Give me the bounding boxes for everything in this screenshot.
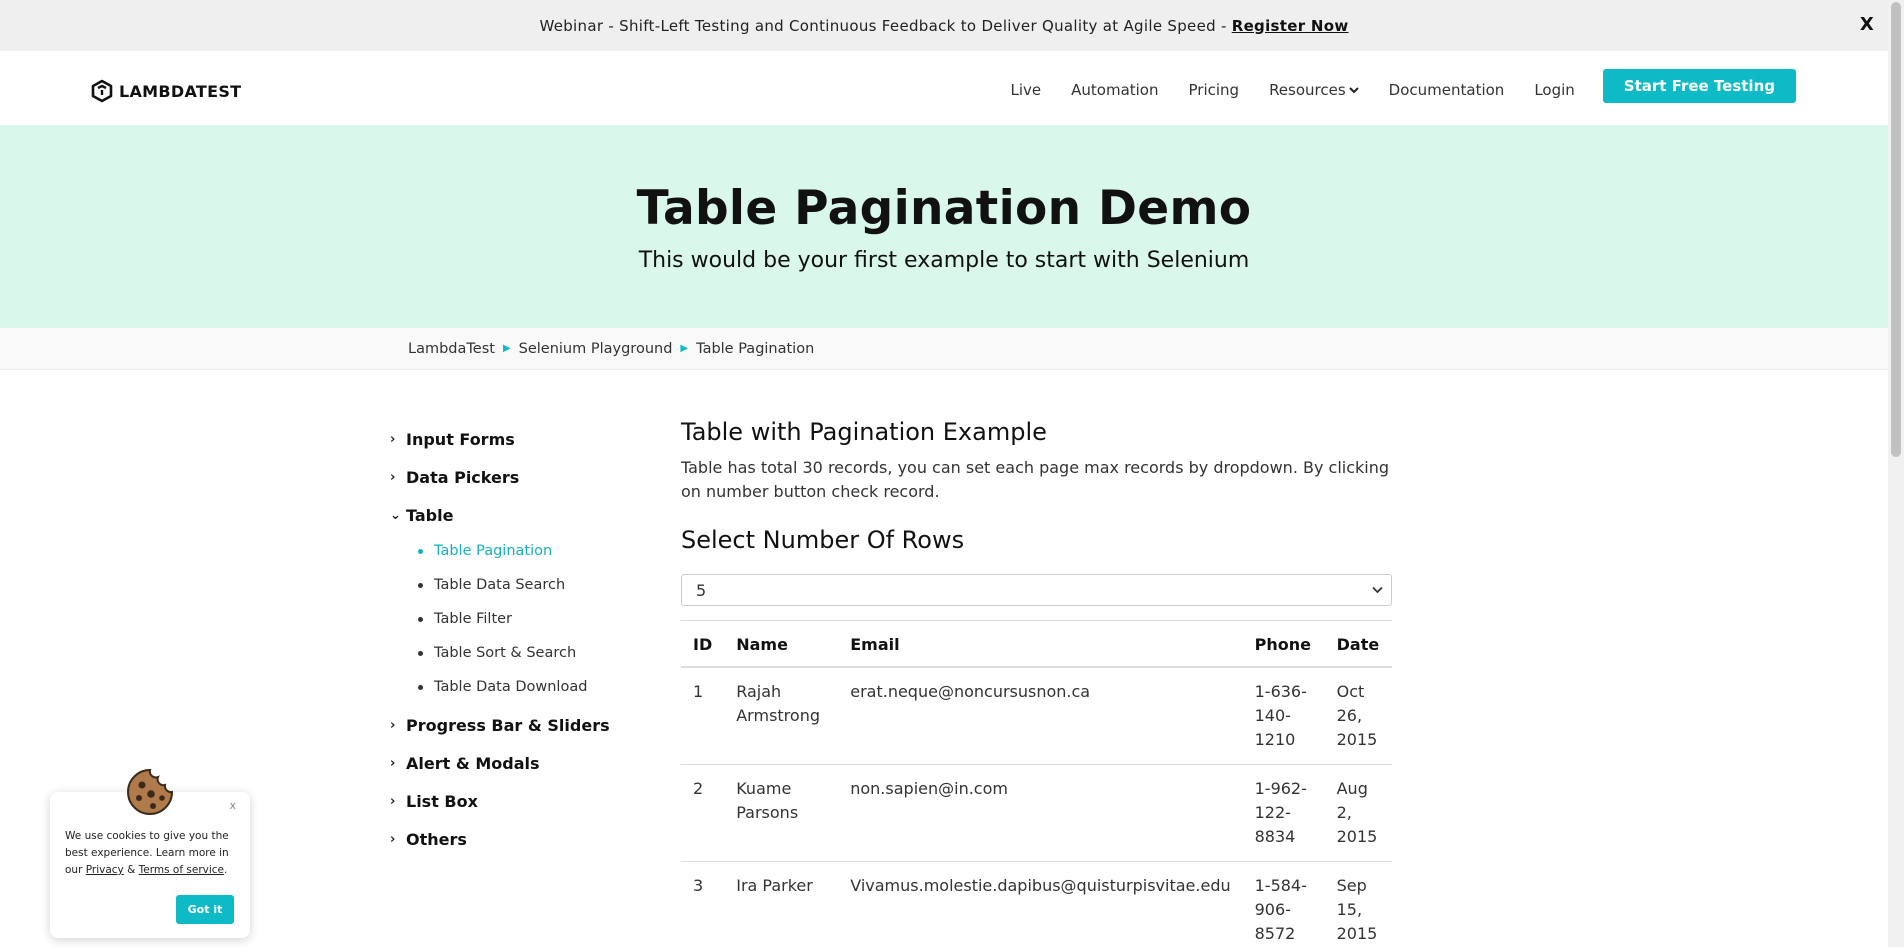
banner-text: Webinar - Shift-Left Testing and Continu… xyxy=(539,16,1227,35)
chevron-right-icon: › xyxy=(390,793,396,809)
cookie-consent-popup: x We use cookies to give you the best ex… xyxy=(50,768,250,938)
sidebar-item-label: Others xyxy=(406,829,467,849)
chevron-right-icon: › xyxy=(390,831,396,847)
hero-section: Table Pagination Demo This would be your… xyxy=(0,125,1888,328)
sidebar-item-label: Table xyxy=(406,505,454,525)
banner-close-button[interactable]: X xyxy=(1860,14,1874,35)
chevron-down-icon: ⌄ xyxy=(390,507,401,523)
cell-phone: 1-962-122-8834 xyxy=(1242,764,1325,862)
sidebar-item-label: Data Pickers xyxy=(406,467,520,487)
main-content: Table with Pagination Example Table has … xyxy=(681,418,1392,947)
column-header-name: Name xyxy=(724,620,839,668)
column-header-id: ID xyxy=(681,620,725,668)
breadcrumb: LambdaTest ▶ Selenium Playground ▶ Table… xyxy=(0,328,1888,370)
page-title: Table Pagination Demo xyxy=(636,181,1252,236)
chevron-down-icon xyxy=(1372,583,1383,597)
chevron-right-icon: › xyxy=(390,469,396,485)
nav-automation[interactable]: Automation xyxy=(1071,81,1158,99)
cookie-close-icon[interactable]: x xyxy=(229,799,236,812)
cookie-got-it-button[interactable]: Got it xyxy=(176,895,234,924)
select-rows-heading: Select Number Of Rows xyxy=(681,526,965,554)
sidebar-item-data-pickers[interactable]: › Data Pickers xyxy=(390,458,650,496)
sidebar-subitem-table-pagination[interactable]: Table Pagination xyxy=(418,534,650,568)
chevron-down-icon xyxy=(1348,86,1359,93)
page-scrollbar[interactable] xyxy=(1888,0,1904,947)
sidebar-item-label: Progress Bar & Sliders xyxy=(406,715,610,735)
sidebar-item-label: Input Forms xyxy=(406,429,515,449)
cell-phone: 1-584-906-8572 xyxy=(1242,861,1325,947)
column-header-email: Email xyxy=(838,620,1243,668)
page-subtitle: This would be your first example to star… xyxy=(638,248,1250,273)
cell-phone: 1-636-140-1210 xyxy=(1242,667,1325,765)
breadcrumb-separator-icon: ▶ xyxy=(502,343,511,354)
column-header-phone: Phone xyxy=(1242,620,1325,668)
scrollbar-thumb[interactable] xyxy=(1891,2,1901,457)
table-row: 2 Kuame Parsons non.sapien@in.com 1-962-… xyxy=(681,764,1392,862)
privacy-link[interactable]: Privacy xyxy=(86,864,124,876)
section-description: Table has total 30 records, you can set … xyxy=(681,458,1390,501)
chevron-right-icon: › xyxy=(390,755,396,771)
breadcrumb-separator-icon: ▶ xyxy=(680,343,689,354)
sidebar-item-input-forms[interactable]: › Input Forms xyxy=(390,420,650,458)
cell-name: Rajah Armstrong xyxy=(724,667,839,765)
nav-pricing[interactable]: Pricing xyxy=(1189,81,1240,99)
logo-text: LAMBDATEST xyxy=(119,81,242,101)
register-now-link[interactable]: Register Now xyxy=(1232,17,1349,35)
sidebar-item-others[interactable]: › Others xyxy=(390,820,650,858)
cell-date: Aug 2, 2015 xyxy=(1324,764,1392,862)
nav-resources[interactable]: Resources xyxy=(1269,81,1359,99)
cell-id: 3 xyxy=(681,861,725,947)
sidebar-subitem-table-data-search[interactable]: Table Data Search xyxy=(418,568,650,602)
cookie-message: We use cookies to give you the best expe… xyxy=(65,828,240,879)
breadcrumb-lambdatest[interactable]: LambdaTest xyxy=(408,341,495,357)
section-title: Table with Pagination Example xyxy=(681,418,1047,446)
cell-id: 2 xyxy=(681,764,725,862)
chevron-right-icon: › xyxy=(390,717,396,733)
sidebar-subitem-table-filter[interactable]: Table Filter xyxy=(418,602,650,636)
top-navigation: LAMBDATEST Live Automation Pricing Resou… xyxy=(0,51,1888,125)
lambdatest-logo-icon xyxy=(91,79,113,103)
cell-email: Vivamus.molestie.dapibus@quisturpisvitae… xyxy=(838,861,1243,947)
cell-date: Sep 15, 2015 xyxy=(1324,861,1392,947)
sidebar-item-label: List Box xyxy=(406,791,478,811)
nav-live[interactable]: Live xyxy=(1010,81,1041,99)
cell-name: Kuame Parsons xyxy=(724,764,839,862)
records-table: ID Name Email Phone Date 1 Rajah Armstro… xyxy=(681,620,1392,947)
sidebar-item-list-box[interactable]: › List Box xyxy=(390,782,650,820)
lambdatest-logo[interactable]: LAMBDATEST xyxy=(90,79,241,103)
nav-resources-label: Resources xyxy=(1269,80,1346,99)
cell-name: Ira Parker xyxy=(724,861,839,947)
sidebar-item-progress-bar-sliders[interactable]: › Progress Bar & Sliders xyxy=(390,706,650,744)
column-header-date: Date xyxy=(1324,620,1392,668)
sidebar: › Input Forms › Data Pickers ⌄ Table Tab… xyxy=(390,420,650,858)
nav-login[interactable]: Login xyxy=(1534,81,1574,99)
cookie-amp: & xyxy=(127,864,136,876)
breadcrumb-current: Table Pagination xyxy=(696,340,815,357)
table-row: 1 Rajah Armstrong erat.neque@noncursusno… xyxy=(681,667,1392,765)
rows-per-page-select[interactable]: 5 xyxy=(681,574,1392,606)
cookie-icon xyxy=(127,768,174,815)
main-menu: Live Automation Pricing Resources Docume… xyxy=(980,69,1796,103)
select-value: 5 xyxy=(696,580,707,600)
webinar-banner: Webinar - Shift-Left Testing and Continu… xyxy=(0,0,1888,51)
sidebar-item-table[interactable]: ⌄ Table xyxy=(390,496,650,534)
sidebar-subitem-table-data-download[interactable]: Table Data Download xyxy=(418,670,650,704)
terms-of-service-link[interactable]: Terms of service xyxy=(139,864,224,876)
sidebar-item-label: Alert & Modals xyxy=(406,753,540,773)
cookie-period: . xyxy=(224,864,228,876)
cell-date: Oct 26, 2015 xyxy=(1324,667,1392,765)
table-header-row: ID Name Email Phone Date xyxy=(681,620,1392,668)
cell-email: non.sapien@in.com xyxy=(838,764,1243,862)
breadcrumb-selenium-playground[interactable]: Selenium Playground xyxy=(519,341,673,357)
nav-documentation[interactable]: Documentation xyxy=(1389,81,1505,99)
cell-id: 1 xyxy=(681,667,725,765)
table-row: 3 Ira Parker Vivamus.molestie.dapibus@qu… xyxy=(681,861,1392,947)
cell-email: erat.neque@noncursusnon.ca xyxy=(838,667,1243,765)
sidebar-item-alert-modals[interactable]: › Alert & Modals xyxy=(390,744,650,782)
start-free-testing-button[interactable]: Start Free Testing xyxy=(1602,69,1796,103)
chevron-right-icon: › xyxy=(390,431,396,447)
sidebar-subitem-table-sort-search[interactable]: Table Sort & Search xyxy=(418,636,650,670)
table-submenu: Table Pagination Table Data Search Table… xyxy=(418,534,650,704)
